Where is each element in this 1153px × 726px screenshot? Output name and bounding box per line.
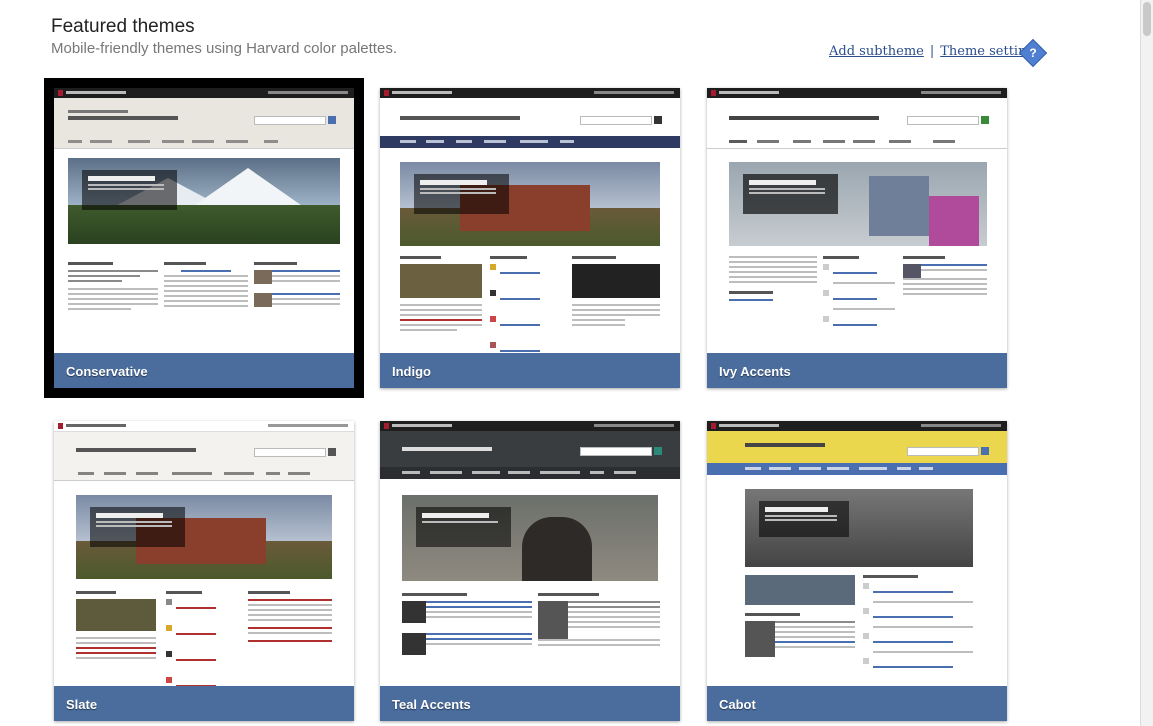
help-icon[interactable]: ? — [1018, 38, 1048, 68]
preview-topbar — [54, 421, 354, 432]
preview-hero-image — [68, 158, 340, 244]
vertical-scrollbar[interactable] — [1140, 0, 1153, 726]
preview-events — [863, 575, 973, 676]
preview-spotlight — [538, 593, 660, 649]
preview-hero-image — [745, 489, 973, 567]
scrollbar-thumb[interactable] — [1143, 2, 1151, 36]
preview-resources — [490, 256, 564, 368]
theme-caption: Ivy Accents — [707, 353, 1007, 388]
preview-news — [254, 262, 340, 308]
theme-tile-cabot[interactable]: Cabot — [707, 421, 1007, 721]
preview-nav — [54, 468, 354, 481]
preview-compliance — [572, 256, 660, 329]
preview-column — [68, 262, 158, 313]
preview-nav — [380, 136, 680, 148]
preview-column — [729, 256, 817, 304]
theme-tile-conservative[interactable]: Conservative — [44, 78, 364, 398]
help-icon-glyph: ? — [1029, 46, 1037, 60]
theme-tile-teal-accents[interactable]: Teal Accents — [380, 421, 680, 721]
preview-news — [903, 256, 987, 298]
preview-header — [54, 432, 354, 468]
preview-header — [707, 431, 1007, 463]
preview-hero-image — [400, 162, 660, 246]
preview-hero-image — [729, 162, 987, 246]
preview-trending — [248, 591, 332, 645]
theme-tile-indigo[interactable]: Indigo — [380, 88, 680, 388]
preview-events — [823, 256, 895, 334]
preview-recent-news — [402, 593, 532, 655]
preview-header — [54, 98, 354, 136]
preview-nav — [707, 136, 1007, 149]
preview-column — [76, 591, 156, 662]
theme-caption: Indigo — [380, 353, 680, 388]
add-subtheme-link[interactable]: Add subtheme — [829, 44, 924, 59]
preview-header — [380, 431, 680, 467]
preview-nav — [707, 463, 1007, 475]
theme-tile-slate[interactable]: Slate — [54, 421, 354, 721]
preview-hero-image — [76, 495, 332, 579]
preview-topbar — [54, 88, 354, 98]
preview-topbar — [707, 88, 1007, 98]
preview-header — [380, 98, 680, 136]
section-subtitle: Mobile-friendly themes using Harvard col… — [51, 40, 397, 57]
preview-hero-image — [402, 495, 658, 581]
preview-header — [707, 98, 1007, 136]
section-title: Featured themes — [51, 16, 195, 37]
preview-topbar — [380, 421, 680, 431]
preview-column — [400, 256, 482, 334]
theme-tile-ivy-accents[interactable]: Ivy Accents — [707, 88, 1007, 388]
preview-calendar — [164, 262, 248, 310]
theme-caption: Cabot — [707, 686, 1007, 721]
preview-topbar — [707, 421, 1007, 431]
preview-topbar — [380, 88, 680, 98]
preview-nav — [380, 467, 680, 479]
theme-caption: Teal Accents — [380, 686, 680, 721]
preview-nav — [54, 136, 354, 149]
link-separator: | — [929, 44, 935, 59]
preview-banner — [745, 575, 855, 657]
header-links: Add subtheme | Theme settings — [829, 44, 1041, 59]
theme-caption: Slate — [54, 686, 354, 721]
theme-caption: Conservative — [54, 353, 354, 388]
